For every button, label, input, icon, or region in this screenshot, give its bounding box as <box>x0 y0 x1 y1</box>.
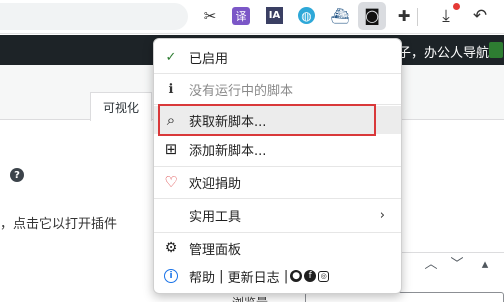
menu-item-add-new-script[interactable]: ⊞ 添加新脚本... <box>154 137 401 161</box>
chevron-right-icon: › <box>379 207 385 223</box>
tampermonkey-menu: ✓ 已启用 ℹ 没有运行中的脚本 ⌕ 获取新脚本... ⊞ 添加新脚本... ♡… <box>153 38 402 294</box>
browser-toolbar: ✂ 译 IA ◍ ⛴ ◙ ✚ ⤓ ↶ <box>0 0 504 34</box>
changelog-link[interactable]: 更新日志 <box>228 267 280 286</box>
views-label: 浏览量 <box>232 294 268 302</box>
menu-item-label: 实用工具 <box>189 209 242 225</box>
admin-bar-link[interactable]: 子，办公人导航 <box>398 42 489 61</box>
menu-item-label: 欢迎捐助 <box>189 176 242 192</box>
ia-ext-icon[interactable]: IA <box>266 7 283 24</box>
body-text: ，点击它以打开插件 <box>0 217 118 232</box>
menu-divider <box>154 73 401 74</box>
help-icon[interactable]: ? <box>10 168 24 182</box>
menu-divider <box>154 232 401 233</box>
menu-item-enabled[interactable]: ✓ 已启用 <box>154 45 401 69</box>
translate-ext-icon[interactable]: 译 <box>232 7 250 25</box>
chevron-down-icon[interactable]: ﹀ <box>450 258 464 272</box>
download-badge <box>453 3 460 10</box>
info-icon: ℹ <box>168 81 174 97</box>
instagram-icon[interactable]: ◎ <box>318 270 330 282</box>
footer-separator: | <box>215 268 228 284</box>
help-link[interactable]: 帮助 <box>189 267 215 286</box>
menu-divider <box>154 198 401 199</box>
caret-up-icon[interactable]: ▴ <box>478 258 492 272</box>
menu-footer: i 帮助 | 更新日志 | ● f ◎ <box>154 264 401 288</box>
chevron-up-icon[interactable]: ︿ <box>424 258 438 272</box>
menu-item-dashboard[interactable]: ⚙ 管理面板 <box>154 236 401 260</box>
menu-item-no-scripts: ℹ 没有运行中的脚本 <box>154 77 401 101</box>
menu-item-utilities[interactable]: 实用工具 › <box>154 203 401 227</box>
tab-visual[interactable]: 可视化 <box>90 92 152 121</box>
cut-icon[interactable]: ✂ <box>200 6 220 26</box>
globe-ext-icon[interactable]: ◍ <box>298 7 315 24</box>
menu-item-donate[interactable]: ♡ 欢迎捐助 <box>154 170 401 194</box>
nav-site-icon[interactable] <box>489 42 503 58</box>
menu-item-label: 管理面板 <box>189 242 242 258</box>
menu-divider <box>154 166 401 167</box>
info-circle-icon: i <box>164 269 178 283</box>
toolbar-divider <box>417 8 418 26</box>
menu-item-label: 添加新脚本... <box>189 143 267 159</box>
github-icon[interactable]: ● <box>290 270 303 282</box>
footer-links: 帮助 | 更新日志 | ● f ◎ <box>189 267 330 286</box>
facebook-icon[interactable]: f <box>304 270 317 282</box>
puzzle-icon[interactable]: ✚ <box>394 6 414 26</box>
undo-icon[interactable]: ↶ <box>470 6 490 26</box>
ship-ext-icon[interactable]: ⛴ <box>330 6 350 26</box>
highlight-annotation <box>158 104 376 136</box>
address-bar[interactable] <box>0 3 188 30</box>
heart-icon: ♡ <box>164 172 178 191</box>
checkmark-icon: ✓ <box>165 49 177 65</box>
menu-item-label: 已启用 <box>189 51 229 67</box>
gear-icon: ⚙ <box>164 240 178 256</box>
menu-item-label: 没有运行中的脚本 <box>189 83 294 99</box>
download-icon[interactable]: ⤓ <box>436 6 456 26</box>
footer-separator: | <box>279 268 289 284</box>
tampermonkey-icon[interactable]: ◙ <box>362 6 382 26</box>
add-box-icon: ⊞ <box>164 139 178 158</box>
tools-icon <box>163 207 179 223</box>
